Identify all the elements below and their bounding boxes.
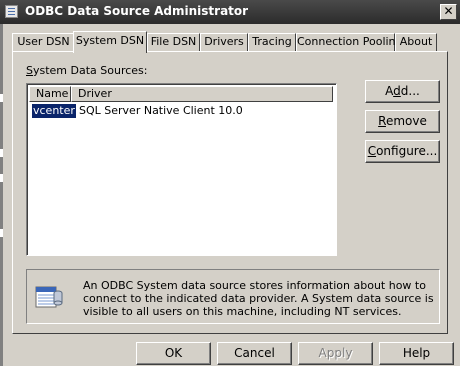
data-source-name: vcenter: [31, 103, 77, 119]
ok-button[interactable]: OK: [136, 342, 211, 365]
info-text: An ODBC System data source stores inform…: [83, 279, 434, 318]
tab-label: User DSN: [17, 35, 70, 48]
info-box: An ODBC System data source stores inform…: [26, 269, 440, 324]
help-button[interactable]: Help: [379, 342, 454, 365]
tab-label: File DSN: [150, 35, 197, 48]
window-title: ODBC Data Source Administrator: [25, 4, 249, 18]
tab-about[interactable]: About: [395, 33, 437, 51]
tab-user-dsn[interactable]: User DSN: [12, 33, 75, 51]
tab-drivers[interactable]: Drivers: [200, 33, 248, 51]
tab-label: Drivers: [204, 35, 244, 48]
tab-system-dsn[interactable]: System DSN: [73, 31, 147, 53]
tab-label: About: [399, 35, 433, 48]
title-bar: ODBC Data Source Administrator ✕: [0, 0, 460, 24]
list-item[interactable]: vcenter SQL Server Native Client 10.0: [29, 103, 329, 119]
tab-label: Connection Pooling: [297, 35, 403, 48]
column-header-driver[interactable]: Driver: [71, 86, 333, 102]
tab-tracing[interactable]: Tracing: [248, 33, 296, 51]
data-sources-list[interactable]: Name Driver vcenter SQL Server Native Cl…: [26, 83, 337, 256]
cancel-button[interactable]: Cancel: [217, 342, 292, 365]
tab-connection-pooling[interactable]: Connection Pooling: [296, 33, 403, 51]
odbc-app-icon: [5, 5, 18, 18]
close-button[interactable]: ✕: [440, 4, 457, 20]
apply-button[interactable]: Apply: [298, 342, 373, 365]
tab-file-dsn[interactable]: File DSN: [147, 33, 200, 51]
system-data-sources-label: System Data Sources:: [26, 64, 148, 77]
add-button[interactable]: Add...: [365, 80, 440, 103]
column-header-name[interactable]: Name: [29, 86, 71, 102]
data-source-icon: [35, 286, 63, 308]
tab-label: System DSN: [75, 34, 145, 47]
configure-button[interactable]: Configure...: [365, 140, 440, 163]
data-source-driver: SQL Server Native Client 10.0: [79, 104, 243, 117]
background-window-edge: [0, 24, 3, 366]
close-icon: ✕: [443, 4, 454, 18]
tab-label: Tracing: [252, 35, 292, 48]
remove-button[interactable]: Remove: [365, 110, 440, 133]
